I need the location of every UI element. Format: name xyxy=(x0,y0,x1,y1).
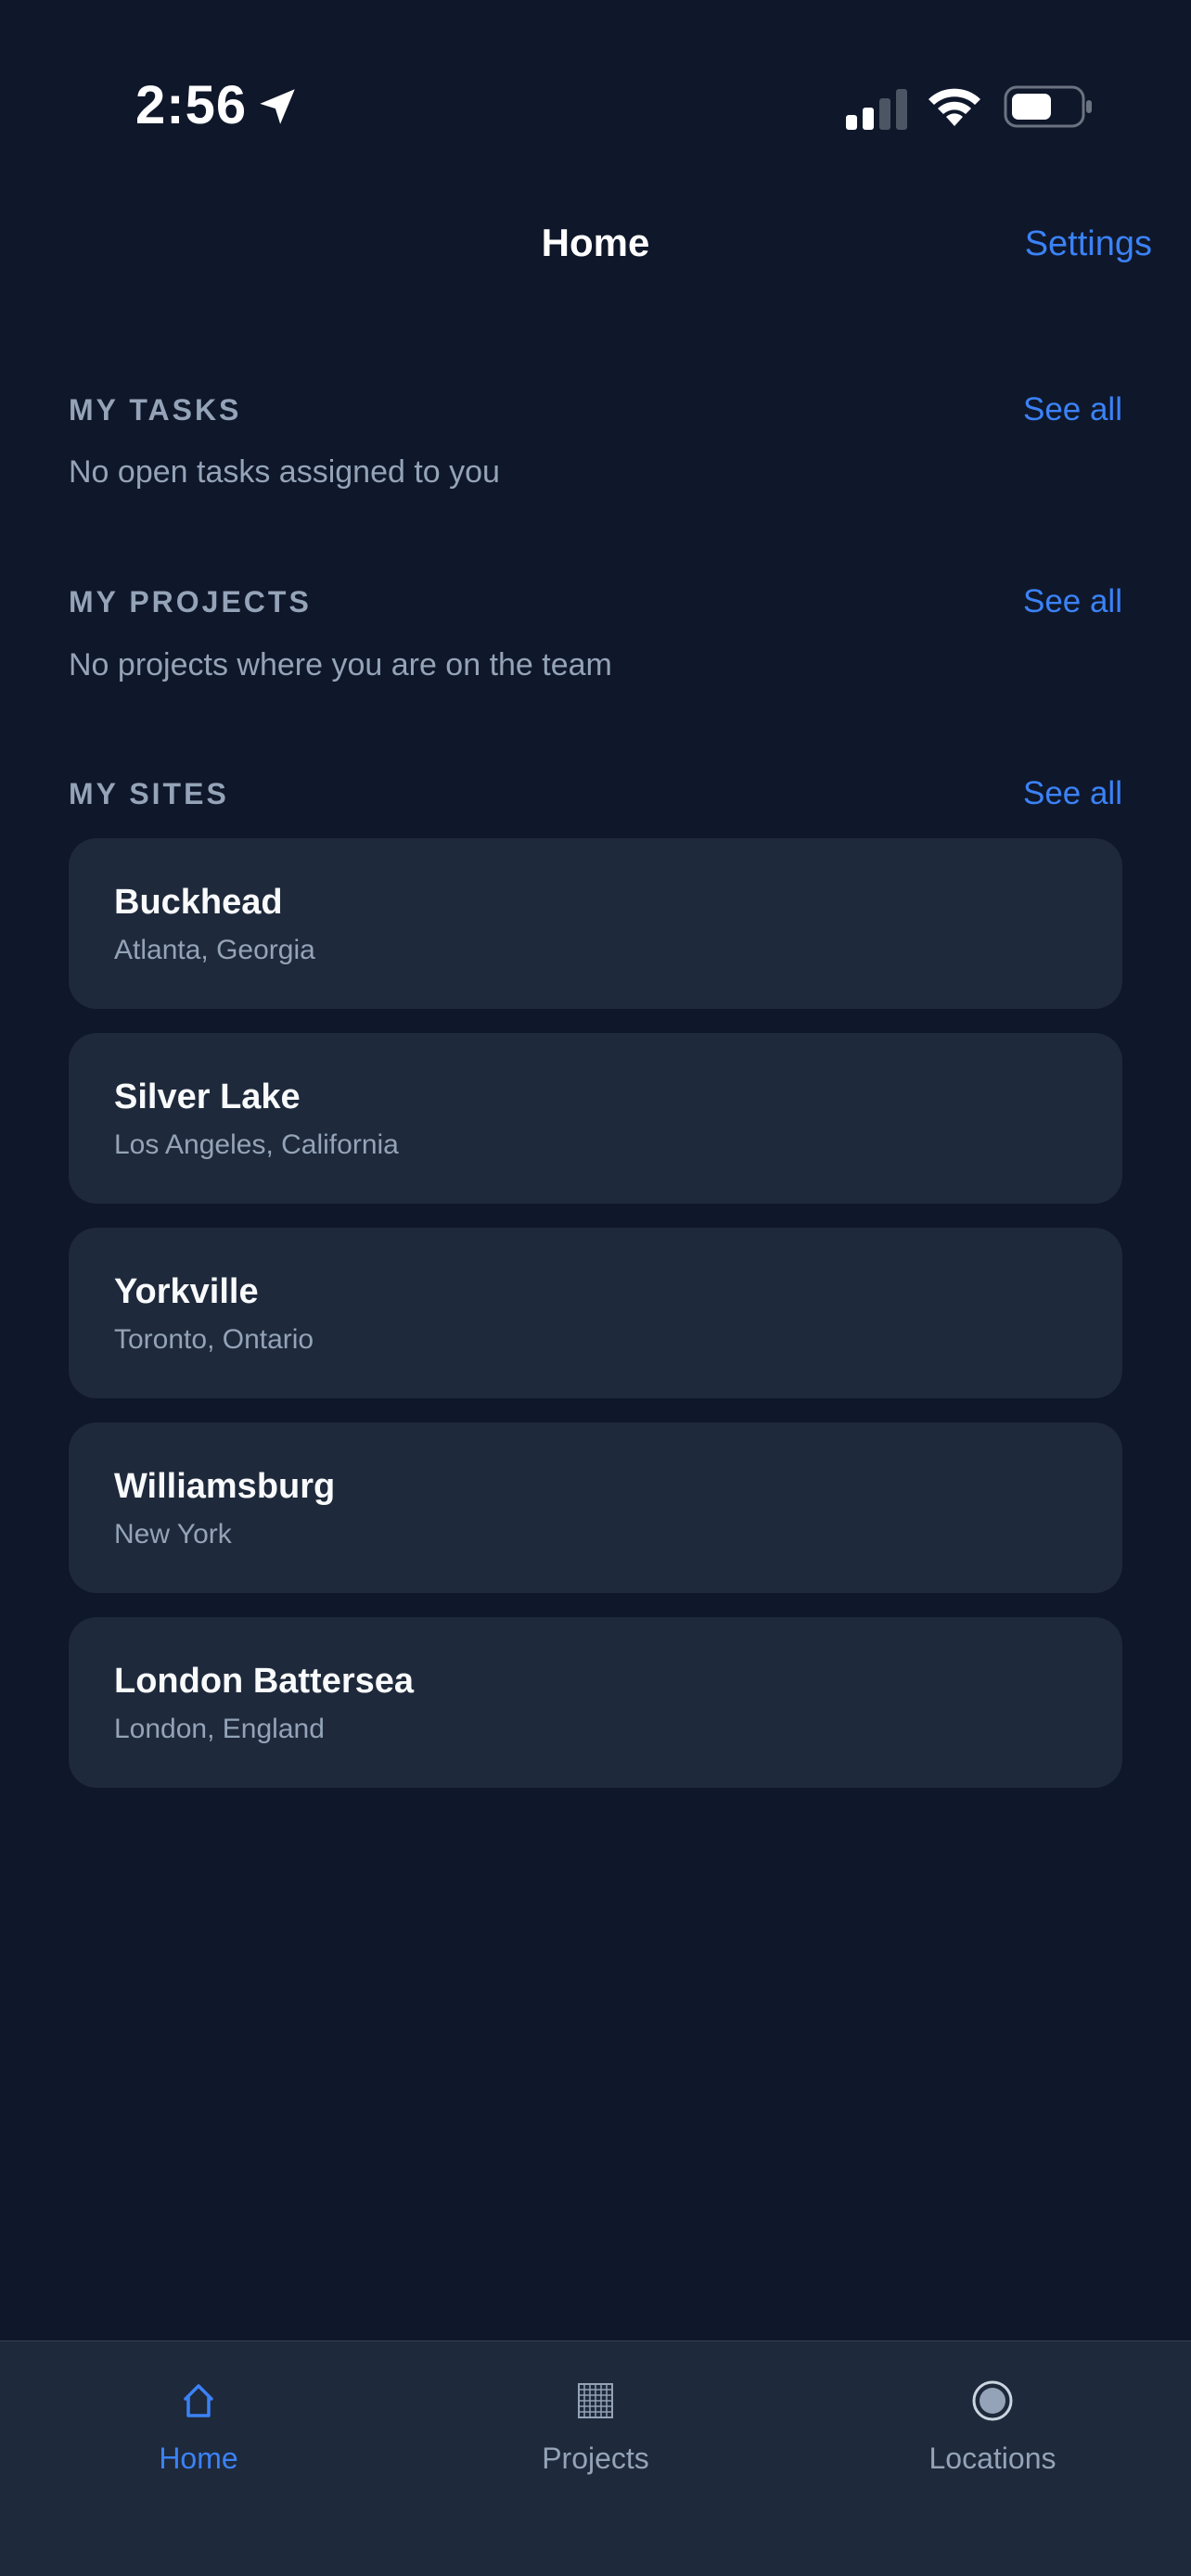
tab-label: Home xyxy=(159,2442,238,2475)
location-pin-icon xyxy=(972,2380,1013,2421)
signal-icon xyxy=(846,89,907,130)
projects-section-header: MY PROJECTS See all xyxy=(69,583,1122,631)
tasks-empty-text: No open tasks assigned to you xyxy=(69,454,500,490)
site-location: Toronto, Ontario xyxy=(114,1324,314,1355)
wifi-icon xyxy=(928,88,980,126)
location-arrow-icon xyxy=(260,89,295,124)
projects-section-title: MY PROJECTS xyxy=(69,585,312,618)
site-card[interactable]: Williamsburg New York xyxy=(69,1422,1122,1593)
tab-bar: Home Projects Locations xyxy=(0,2340,1191,2576)
site-name: Buckhead xyxy=(114,883,283,922)
tab-locations[interactable]: Locations xyxy=(794,2366,1191,2476)
tab-home[interactable]: Home xyxy=(0,2366,397,2476)
site-location: New York xyxy=(114,1519,232,1549)
tasks-see-all-link[interactable]: See all xyxy=(1023,391,1122,428)
battery-icon xyxy=(1004,85,1092,128)
site-card[interactable]: London Battersea London, England xyxy=(69,1617,1122,1788)
site-name: Silver Lake xyxy=(114,1078,301,1116)
site-name: Williamsburg xyxy=(114,1467,336,1506)
site-location: Los Angeles, California xyxy=(114,1129,399,1160)
projects-see-all-link[interactable]: See all xyxy=(1023,583,1122,620)
tasks-section-header: MY TASKS See all xyxy=(69,391,1122,440)
sites-see-all-link[interactable]: See all xyxy=(1023,775,1122,812)
grid-icon xyxy=(578,2383,613,2418)
tab-label: Locations xyxy=(928,2442,1057,2475)
site-name: Yorkville xyxy=(114,1272,259,1311)
projects-empty-text: No projects where you are on the team xyxy=(69,647,612,682)
site-card[interactable]: Silver Lake Los Angeles, California xyxy=(69,1033,1122,1204)
tab-label: Projects xyxy=(542,2442,649,2475)
tab-projects[interactable]: Projects xyxy=(397,2366,794,2476)
site-location: Atlanta, Georgia xyxy=(114,935,315,965)
site-name: London Battersea xyxy=(114,1662,415,1701)
status-time: 2:56 xyxy=(135,75,248,135)
settings-button[interactable]: Settings xyxy=(1025,224,1152,264)
sites-section-title: MY SITES xyxy=(69,777,229,810)
tasks-section-title: MY TASKS xyxy=(69,393,242,427)
sites-section-header: MY SITES See all xyxy=(69,775,1122,823)
page-title: Home xyxy=(541,221,650,264)
status-bar: 2:56 xyxy=(0,0,1191,139)
site-location: London, England xyxy=(114,1714,325,1744)
site-card[interactable]: Buckhead Atlanta, Georgia xyxy=(69,838,1122,1009)
home-screen: 2:56 Home Settings MY TASKS See all No o… xyxy=(0,0,1191,2576)
site-card[interactable]: Yorkville Toronto, Ontario xyxy=(69,1228,1122,1398)
home-icon xyxy=(184,2384,213,2417)
